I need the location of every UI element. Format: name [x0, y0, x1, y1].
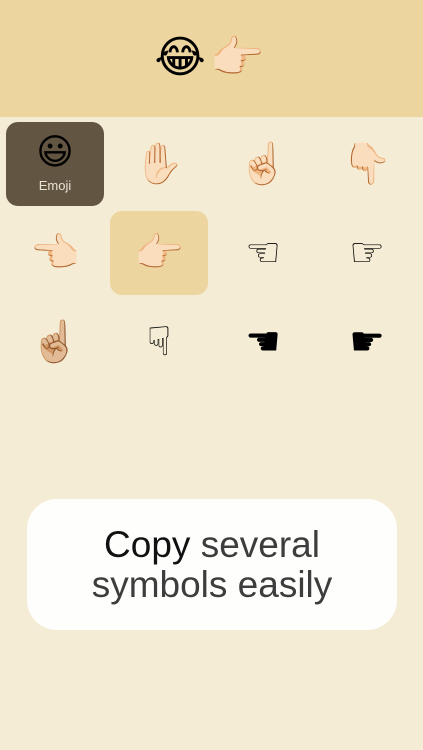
white-left-pointing-index-icon: ☜ — [245, 230, 281, 276]
symbol-backhand-right[interactable]: 👉🏻 — [110, 211, 208, 295]
promo-caption-card: Copy several symbols easily — [27, 499, 397, 630]
symbol-backhand-left[interactable]: 👈🏻 — [6, 211, 104, 295]
symbol-raised-hand[interactable]: ✋🏻 — [110, 122, 208, 206]
symbol-white-right-pointing[interactable]: ☞ — [318, 211, 416, 295]
caption-line-2: symbols easily — [91, 563, 333, 605]
symbol-black-left-pointing[interactable]: ☚ — [214, 300, 312, 384]
symbol-index-up-medium-light[interactable]: ☝🏼 — [6, 300, 104, 384]
white-right-pointing-index-icon: ☞ — [349, 230, 385, 276]
white-down-pointing-index-icon: ☟ — [146, 319, 172, 365]
symbol-white-left-pointing[interactable]: ☜ — [214, 211, 312, 295]
symbol-backhand-down[interactable]: 👇🏻 — [318, 122, 416, 206]
caption-light-word: several — [200, 523, 320, 565]
caption-strong-word: Copy — [104, 523, 191, 565]
smiley-icon: 😃 — [36, 132, 74, 173]
symbol-black-right-pointing[interactable]: ☛ — [318, 300, 416, 384]
raised-hand-icon: ✋🏻 — [134, 141, 184, 187]
category-button-emoji[interactable]: 😃 Emoji — [6, 122, 104, 206]
symbol-grid: 😃 Emoji ✋🏻 ☝🏻 👇🏻 👈🏻 👉🏻 ☜ ☞ ☝🏼 ☟ ☚ ☛ — [0, 0, 423, 380]
backhand-pointing-left-icon: 👈🏻 — [30, 230, 80, 276]
category-label: Emoji — [38, 178, 72, 193]
symbol-index-up[interactable]: ☝🏻 — [214, 122, 312, 206]
backhand-pointing-right-icon: 👉🏻 — [134, 230, 184, 276]
black-left-pointing-index-icon: ☚ — [245, 319, 281, 365]
backhand-pointing-down-icon: 👇🏻 — [342, 141, 392, 187]
caption-line-1: Copy several — [104, 523, 320, 565]
symbol-white-down-pointing[interactable]: ☟ — [110, 300, 208, 384]
index-pointing-up-icon: ☝🏻 — [238, 141, 288, 187]
black-right-pointing-index-icon: ☛ — [349, 319, 385, 365]
index-pointing-up-icon: ☝🏼 — [30, 319, 80, 365]
